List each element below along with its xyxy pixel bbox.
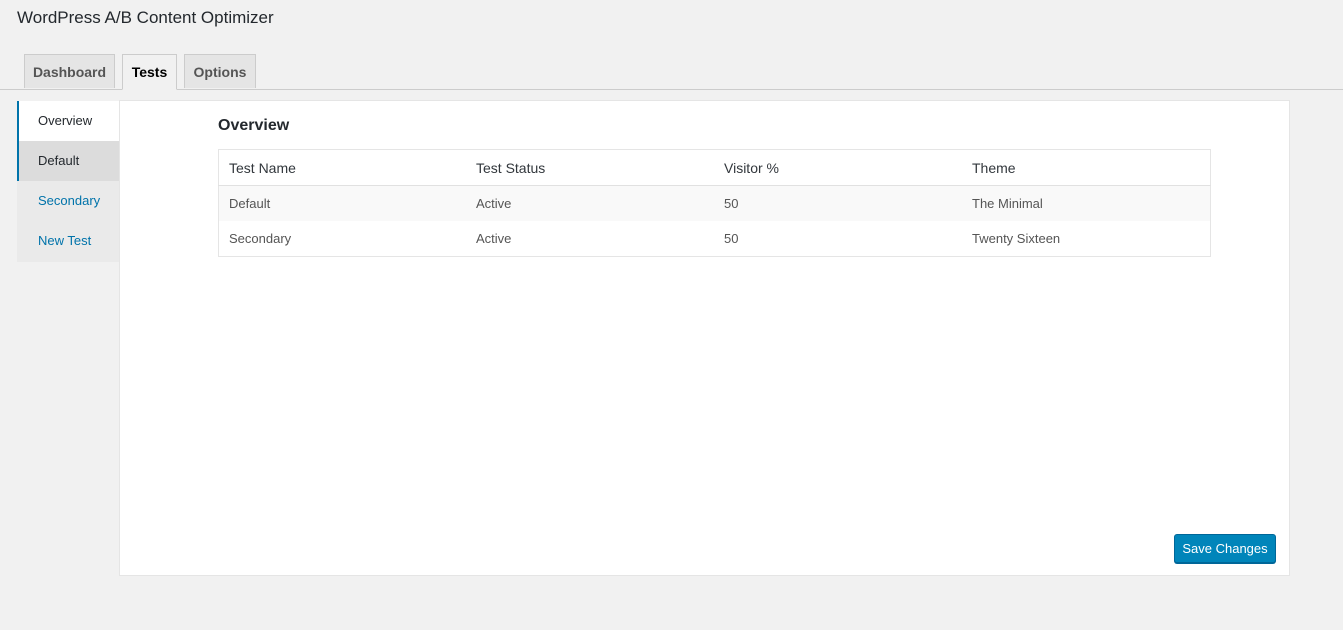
side-menu-item-overview[interactable]: Overview: [17, 101, 119, 141]
table-header-row: Test Name Test Status Visitor % Theme: [218, 149, 1211, 186]
side-menu-item-default[interactable]: Default: [17, 141, 119, 181]
nav-tab-bar: Dashboard Tests Options: [0, 54, 1343, 90]
column-header-test-name: Test Name: [218, 149, 466, 186]
table-row: Secondary Active 50 Twenty Sixteen: [219, 221, 1211, 257]
tab-tests[interactable]: Tests: [122, 54, 177, 90]
cell-test-status: Active: [476, 231, 512, 246]
side-menu: Overview Default Secondary New Test: [17, 101, 119, 262]
side-menu-item-secondary[interactable]: Secondary: [17, 181, 119, 221]
cell-test-name: Default: [229, 196, 271, 211]
table-row: Default Active 50 The Minimal: [218, 185, 1211, 221]
cell-test-status: Active: [476, 196, 512, 211]
side-menu-item-new-test[interactable]: New Test: [17, 221, 119, 261]
cell-visitor-percent: 50: [724, 196, 739, 211]
main-panel: Overview Test Name Test Status Visitor %…: [119, 100, 1290, 576]
column-header-theme: Theme: [962, 149, 1211, 186]
page-title: WordPress A/B Content Optimizer: [17, 8, 274, 27]
panel-heading: Overview: [218, 117, 290, 134]
cell-theme: Twenty Sixteen: [972, 231, 1061, 246]
tests-table: Test Name Test Status Visitor % Theme De…: [218, 149, 1211, 257]
cell-visitor-percent: 50: [724, 231, 739, 246]
column-header-visitor-percent: Visitor %: [714, 149, 962, 186]
column-header-test-status: Test Status: [466, 149, 714, 186]
tab-dashboard[interactable]: Dashboard: [24, 54, 115, 88]
cell-theme: The Minimal: [972, 196, 1043, 211]
cell-test-name: Secondary: [229, 231, 292, 246]
tab-options[interactable]: Options: [184, 54, 256, 88]
save-changes-button[interactable]: Save Changes: [1174, 534, 1276, 563]
